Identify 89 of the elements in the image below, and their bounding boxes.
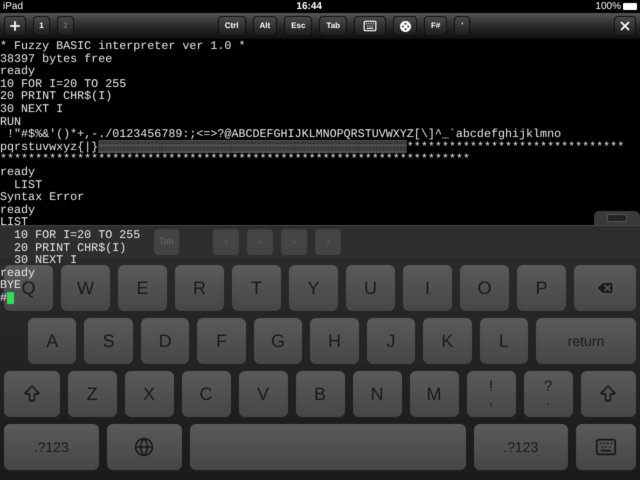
- key[interactable]: K: [423, 318, 472, 364]
- shift-icon: [598, 384, 618, 404]
- add-button[interactable]: [4, 16, 26, 36]
- key[interactable]: N: [352, 371, 402, 417]
- terminal-line: 20 PRINT CHR$(I): [13, 242, 126, 254]
- terminal-line: * Fuzzy BASIC interpreter ver 1.0 *: [0, 40, 246, 53]
- terminal-line: Syntax Error: [0, 191, 84, 204]
- arrow-key[interactable]: [314, 229, 341, 255]
- terminal-line: ready: [0, 166, 36, 179]
- keyboard-tab[interactable]: [594, 211, 640, 225]
- key-symbol: ?: [544, 380, 552, 394]
- terminal-line: 20 PRINT CHR$(I): [0, 90, 112, 103]
- key[interactable]: G: [254, 318, 302, 364]
- key[interactable]: L: [480, 318, 528, 364]
- toolbar-key[interactable]: Esc: [284, 16, 312, 36]
- plus-icon: [8, 19, 22, 33]
- key[interactable]: T: [232, 265, 281, 311]
- shift-key[interactable]: [580, 371, 636, 417]
- return-key[interactable]: return: [536, 318, 636, 364]
- terminal-line: !"#$%&'()*+,-./0123456789:;<=>?@ABCDEFGHIJKLMNOPQRSTUVWXYZ[\]^_`abcdefghijklmno: [7, 128, 562, 141]
- close-button[interactable]: [614, 16, 636, 36]
- terminal-line: 38397 bytes free: [0, 52, 112, 66]
- keyboard-tab-icon: [607, 214, 627, 222]
- battery-percent: 100%: [595, 0, 621, 14]
- key[interactable]: Z: [68, 371, 116, 417]
- gamepad-button[interactable]: [393, 16, 418, 36]
- numbers-key[interactable]: .?123: [474, 424, 568, 470]
- status-time: 16:44: [296, 0, 322, 14]
- terminal-line: LIST: [13, 178, 42, 192]
- close-icon: [618, 19, 632, 33]
- key[interactable]: I: [403, 265, 452, 311]
- key-symbol: !: [488, 380, 494, 394]
- terminal-line: 10 FOR I=20 TO 255: [0, 78, 126, 90]
- key[interactable]: X: [124, 371, 174, 417]
- terminal-line: LIST: [0, 216, 28, 229]
- key[interactable]: H: [310, 318, 359, 364]
- key[interactable]: E: [118, 265, 167, 311]
- key[interactable]: Y: [289, 265, 338, 311]
- arrow-key[interactable]: [280, 229, 307, 255]
- gamepad-icon: [398, 20, 412, 32]
- key[interactable]: P: [517, 265, 566, 311]
- key-symbol: ,: [488, 394, 494, 408]
- keyboard-button[interactable]: [354, 16, 386, 36]
- globe-key[interactable]: [106, 424, 182, 470]
- shift-icon: [22, 384, 42, 404]
- terminal-line: ready: [0, 204, 36, 216]
- key[interactable]: C: [182, 371, 230, 417]
- key[interactable]: U: [346, 265, 395, 311]
- terminal-line: *******************************************************************: [0, 153, 470, 166]
- key[interactable]: W: [61, 265, 110, 311]
- terminal-line: 10 FOR I=20 TO 255: [13, 228, 140, 242]
- keyboard-icon: [595, 436, 617, 458]
- arrow-key[interactable]: [212, 229, 239, 255]
- toolbar-key[interactable]: ': [454, 16, 470, 36]
- session-tab[interactable]: 2: [57, 16, 74, 36]
- device-name: iPad: [3, 0, 24, 14]
- space-bar[interactable]: [190, 424, 466, 470]
- numbers-key[interactable]: .?123: [4, 424, 98, 470]
- toolbar-key[interactable]: Ctrl: [218, 16, 246, 36]
- terminal-line: 30 NEXT I: [0, 102, 64, 116]
- battery-icon: [622, 3, 637, 10]
- key[interactable]: M: [410, 371, 458, 417]
- key[interactable]: F: [197, 318, 246, 364]
- key[interactable]: B: [296, 371, 344, 417]
- toolbar-key[interactable]: F#: [424, 16, 448, 36]
- key[interactable]: S: [84, 318, 133, 364]
- hide-keyboard-key[interactable]: [576, 424, 636, 470]
- text-cursor: [7, 292, 14, 304]
- key[interactable]: A: [28, 318, 76, 364]
- key[interactable]: V: [238, 371, 288, 417]
- arrow-key[interactable]: [246, 229, 273, 255]
- terminal-line: 30 NEXT I: [13, 254, 78, 267]
- key[interactable]: ! ,: [466, 371, 516, 417]
- terminal-line: ready: [0, 65, 36, 78]
- keyboard-icon: [363, 19, 378, 33]
- key[interactable]: J: [366, 318, 416, 364]
- toolbar-key[interactable]: Tab: [319, 16, 348, 36]
- key-symbol: .: [546, 394, 550, 408]
- toolbar-key[interactable]: Alt: [252, 16, 278, 36]
- globe-icon: [134, 437, 154, 457]
- terminal-line: pqrstuvwxyz{|}▒▒▒▒▒▒▒▒▒▒▒▒▒▒▒▒▒▒▒▒▒▒▒▒▒▒▒▒▒▒▒▒▒▒▒▒▒▒▒▒▒▒▒▒*******************************: [0, 140, 624, 154]
- session-tab[interactable]: 1: [33, 16, 50, 36]
- terminal-line: RUN: [0, 116, 22, 128]
- backspace-key[interactable]: [574, 265, 636, 311]
- key[interactable]: R: [175, 265, 224, 311]
- shift-key[interactable]: [4, 371, 60, 417]
- key[interactable]: D: [140, 318, 190, 364]
- key[interactable]: O: [460, 265, 509, 311]
- key[interactable]: ? .: [524, 371, 572, 417]
